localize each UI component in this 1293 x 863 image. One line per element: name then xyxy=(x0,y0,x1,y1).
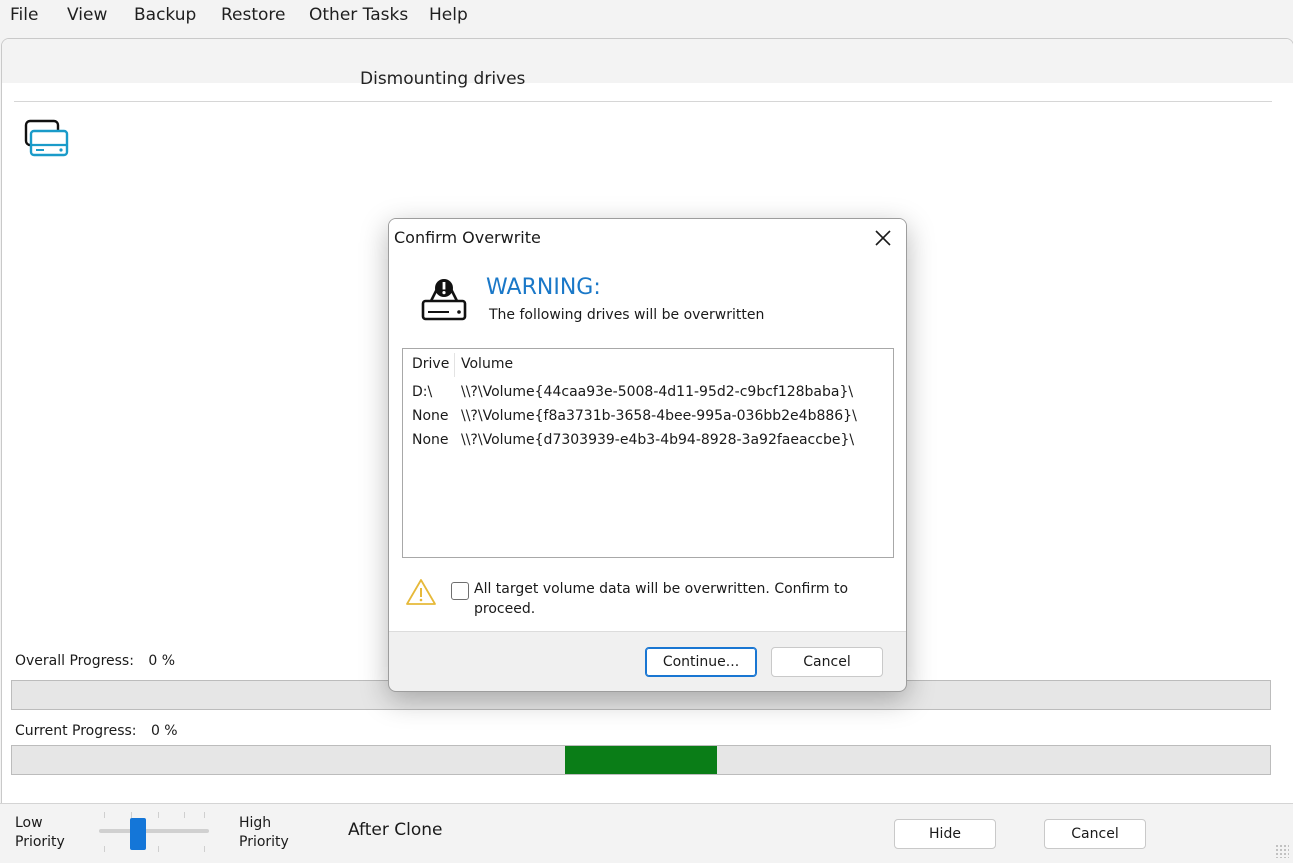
warning-title: WARNING: xyxy=(486,275,601,300)
hide-button[interactable]: Hide xyxy=(894,819,996,849)
confirm-overwrite-dialog: Confirm Overwrite WARNING: The following… xyxy=(388,218,907,692)
menu-backup[interactable]: Backup xyxy=(134,5,196,25)
current-progress-bar xyxy=(11,745,1271,775)
dialog-body: WARNING: The following drives will be ov… xyxy=(389,257,906,631)
row-volume: \\?\Volume{d7303939-e4b3-4b94-8928-3a92f… xyxy=(461,432,855,448)
current-progress-caption: Current Progress: xyxy=(15,723,137,739)
menu-other-tasks[interactable]: Other Tasks xyxy=(309,5,408,25)
column-header-drive[interactable]: Drive xyxy=(412,356,449,372)
slider-tick xyxy=(184,812,185,818)
overall-progress-caption: Overall Progress: xyxy=(15,653,134,669)
priority-high-label: High Priority xyxy=(239,815,289,850)
slider-tick xyxy=(158,846,159,852)
close-icon[interactable] xyxy=(868,223,898,253)
row-drive: D:\ xyxy=(412,384,433,400)
menu-file[interactable]: File xyxy=(10,5,38,25)
dialog-footer-divider xyxy=(389,631,906,632)
drive-warning-icon xyxy=(419,277,469,327)
column-separator[interactable] xyxy=(454,353,455,377)
overall-progress-label: Overall Progress: 0 % xyxy=(15,653,175,669)
priority-slider-thumb[interactable] xyxy=(130,818,146,850)
drive-list[interactable]: Drive Volume D:\ \\?\Volume{44caa93e-500… xyxy=(402,348,894,558)
confirm-overwrite-checkbox[interactable] xyxy=(451,582,469,600)
resize-grip[interactable] xyxy=(1275,844,1289,858)
slider-tick xyxy=(204,846,205,852)
step-title: Dismounting drives xyxy=(360,69,526,89)
slider-tick xyxy=(104,846,105,852)
dialog-title: Confirm Overwrite xyxy=(394,228,541,247)
row-volume: \\?\Volume{44caa93e-5008-4d11-95d2-c9bcf… xyxy=(461,384,854,400)
current-progress-marquee xyxy=(565,746,717,774)
stacked-drives-icon xyxy=(22,118,72,168)
row-volume: \\?\Volume{f8a3731b-3658-4bee-995a-036bb… xyxy=(461,408,857,424)
menu-restore[interactable]: Restore xyxy=(221,5,286,25)
current-progress-label: Current Progress: 0 % xyxy=(15,723,178,739)
dialog-titlebar: Confirm Overwrite xyxy=(389,219,906,257)
priority-slider-track[interactable] xyxy=(99,829,209,833)
menu-bar: File View Backup Restore Other Tasks Hel… xyxy=(0,0,1293,32)
after-clone-label: After Clone xyxy=(348,820,443,840)
menu-view[interactable]: View xyxy=(67,5,107,25)
caution-triangle-icon xyxy=(405,577,437,611)
confirm-overwrite-text[interactable]: All target volume data will be overwritt… xyxy=(474,579,874,619)
slider-tick xyxy=(204,812,205,818)
current-progress-value: 0 % xyxy=(150,723,178,739)
row-drive: None xyxy=(412,432,449,448)
warning-subtitle: The following drives will be overwritten xyxy=(489,307,765,323)
slider-tick xyxy=(158,812,159,818)
priority-low-label: Low Priority xyxy=(15,815,65,850)
step-divider xyxy=(14,101,1272,102)
slider-tick xyxy=(104,812,105,818)
continue-button[interactable]: Continue... xyxy=(645,647,757,677)
overall-progress-value: 0 % xyxy=(148,653,176,669)
row-drive: None xyxy=(412,408,449,424)
menu-help[interactable]: Help xyxy=(429,5,468,25)
main-cancel-button[interactable]: Cancel xyxy=(1044,819,1146,849)
dialog-cancel-button[interactable]: Cancel xyxy=(771,647,883,677)
column-header-volume[interactable]: Volume xyxy=(461,356,513,372)
frame-header xyxy=(2,39,1293,83)
